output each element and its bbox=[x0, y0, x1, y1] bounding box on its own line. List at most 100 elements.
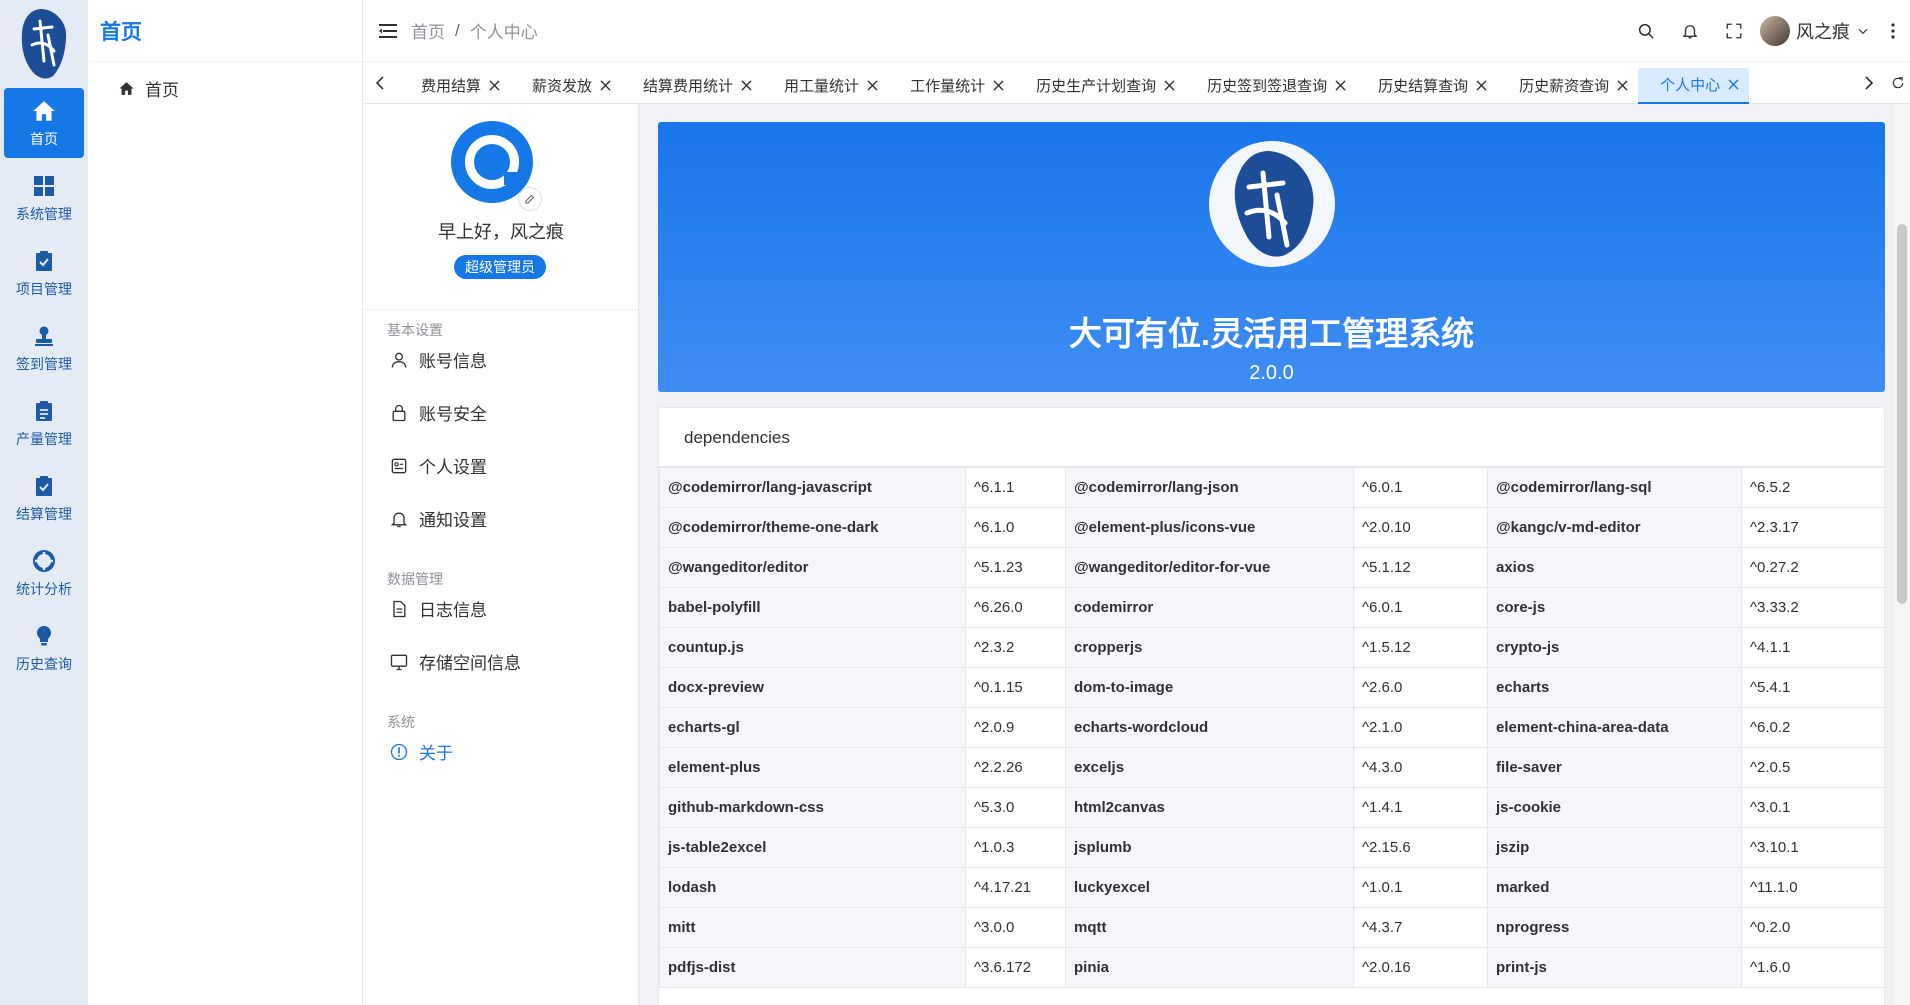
menu-personal-settings[interactable]: 个人设置 bbox=[389, 453, 487, 478]
tab-7[interactable]: 历史结算查询 bbox=[1356, 68, 1497, 104]
dependency-name: crypto-js bbox=[1487, 627, 1742, 668]
settings-panel-icon bbox=[389, 456, 409, 476]
menu-about[interactable]: 关于 bbox=[389, 739, 453, 764]
close-icon[interactable] bbox=[489, 80, 500, 91]
dependency-name: codemirror bbox=[1065, 587, 1354, 628]
dependency-name: @element-plus/icons-vue bbox=[1065, 507, 1354, 548]
breadcrumb-home[interactable]: 首页 bbox=[411, 18, 445, 43]
sidebar-item-home[interactable]: 首页 bbox=[88, 62, 362, 114]
dependency-name: github-markdown-css bbox=[659, 787, 966, 828]
tab-8[interactable]: 历史薪资查询 bbox=[1497, 68, 1638, 104]
rail-item-label: 项目管理 bbox=[16, 280, 72, 297]
dependencies-table: @codemirror/lang-javascript ^6.1.1 @codemi… bbox=[659, 467, 1884, 988]
chevron-down-icon[interactable] bbox=[1850, 24, 1876, 38]
dependency-name: dom-to-image bbox=[1065, 667, 1354, 708]
menu-storage-info[interactable]: 存储空间信息 bbox=[389, 649, 521, 674]
close-icon[interactable] bbox=[1617, 80, 1628, 91]
search-icon[interactable] bbox=[1624, 22, 1668, 40]
dependency-name: js-cookie bbox=[1487, 787, 1742, 828]
close-icon[interactable] bbox=[1728, 79, 1739, 90]
tab-9[interactable]: 个人中心 bbox=[1638, 67, 1750, 104]
dependency-version: ^0.2.0 bbox=[1741, 907, 1884, 948]
rail-item-7[interactable]: 历史查询 bbox=[4, 613, 84, 683]
close-icon[interactable] bbox=[600, 80, 611, 91]
rail-item-label: 历史查询 bbox=[16, 655, 72, 672]
dependency-version: ^0.1.15 bbox=[965, 667, 1066, 708]
menu-toggle-icon[interactable] bbox=[379, 23, 397, 39]
page-scrollbar[interactable] bbox=[1894, 104, 1910, 1005]
rail-item-1[interactable]: 系统管理 bbox=[4, 163, 84, 233]
close-icon[interactable] bbox=[1335, 80, 1346, 91]
tab-1[interactable]: 薪资发放 bbox=[510, 68, 621, 104]
menu-log-info[interactable]: 日志信息 bbox=[389, 596, 487, 621]
about-banner: 大可有位.灵活用工管理系统 2.0.0 bbox=[658, 122, 1885, 392]
tab-label: 工作量统计 bbox=[910, 78, 986, 95]
tab-scroll-left-icon[interactable] bbox=[363, 75, 399, 90]
dependency-name: js-table2excel bbox=[659, 827, 966, 868]
scrollbar-thumb[interactable] bbox=[1897, 224, 1907, 604]
close-icon[interactable] bbox=[867, 80, 878, 91]
dependency-version: ^3.10.1 bbox=[1741, 827, 1884, 868]
rail-item-label: 统计分析 bbox=[16, 580, 72, 597]
dependency-name: marked bbox=[1487, 867, 1742, 908]
top-header: 首页 / 个人中心 风之痕 bbox=[363, 0, 1910, 62]
menu-notification-settings[interactable]: 通知设置 bbox=[389, 506, 487, 531]
table-row: echarts-gl ^2.0.9 echarts-wordcloud ^2.1.0 e… bbox=[659, 707, 1884, 748]
menu-account-info[interactable]: 账号信息 bbox=[389, 347, 487, 372]
profile-greeting: 早上好，风之痕 bbox=[438, 222, 564, 242]
role-badge: 超级管理员 bbox=[454, 255, 546, 279]
dependency-version: ^11.1.0 bbox=[1741, 867, 1884, 908]
dependency-version: ^4.17.21 bbox=[965, 867, 1066, 908]
dependency-name: echarts-gl bbox=[659, 707, 966, 748]
tab-6[interactable]: 历史签到签退查询 bbox=[1185, 68, 1356, 104]
dependency-version: ^5.3.0 bbox=[965, 787, 1066, 828]
dependency-version: ^0.27.2 bbox=[1741, 547, 1884, 588]
table-row: docx-preview ^0.1.15 dom-to-image ^2.6.0 ech… bbox=[659, 667, 1884, 708]
tab-3[interactable]: 用工量统计 bbox=[762, 68, 888, 104]
username[interactable]: 风之痕 bbox=[1796, 18, 1850, 44]
grid-icon bbox=[31, 173, 57, 199]
breadcrumb-separator: / bbox=[455, 20, 460, 40]
user-icon bbox=[389, 350, 409, 370]
dependency-name: pdfjs-dist bbox=[659, 947, 966, 988]
dependency-version: ^2.0.9 bbox=[965, 707, 1066, 748]
dependencies-card: dependencies @codemirror/lang-javascript… bbox=[658, 407, 1885, 1005]
close-icon[interactable] bbox=[1476, 80, 1487, 91]
user-avatar[interactable] bbox=[1760, 16, 1790, 46]
rail-item-5[interactable]: 结算管理 bbox=[4, 463, 84, 533]
info-icon bbox=[389, 742, 409, 762]
refresh-icon[interactable] bbox=[1886, 76, 1910, 90]
rail-item-label: 系统管理 bbox=[16, 205, 72, 222]
tab-scroll-right-icon[interactable] bbox=[1850, 75, 1886, 90]
tab-4[interactable]: 工作量统计 bbox=[888, 68, 1014, 104]
fullscreen-icon[interactable] bbox=[1712, 22, 1756, 40]
dependency-name: @codemirror/lang-javascript bbox=[659, 467, 966, 508]
menu-label: 存储空间信息 bbox=[419, 654, 521, 673]
tab-5[interactable]: 历史生产计划查询 bbox=[1014, 68, 1185, 104]
close-icon[interactable] bbox=[1164, 80, 1175, 91]
rail-item-4[interactable]: 产量管理 bbox=[4, 388, 84, 458]
menu-account-security[interactable]: 账号安全 bbox=[389, 400, 487, 425]
dependency-name: pinia bbox=[1065, 947, 1354, 988]
rail-item-2[interactable]: 项目管理 bbox=[4, 238, 84, 308]
tab-2[interactable]: 结算费用统计 bbox=[621, 68, 762, 104]
edit-avatar-icon[interactable] bbox=[518, 187, 542, 211]
close-icon[interactable] bbox=[993, 80, 1004, 91]
menu-label: 账号安全 bbox=[419, 405, 487, 424]
system-title: 大可有位.灵活用工管理系统 bbox=[1068, 315, 1475, 352]
dependency-version: ^2.15.6 bbox=[1353, 827, 1488, 868]
tab-label: 历史生产计划查询 bbox=[1036, 78, 1157, 95]
dependency-version: ^2.3.17 bbox=[1741, 507, 1884, 548]
home-icon bbox=[31, 98, 57, 124]
rail-item-label: 产量管理 bbox=[16, 430, 72, 447]
bell-icon[interactable] bbox=[1668, 22, 1712, 40]
rail-item-0[interactable]: 首页 bbox=[4, 88, 84, 158]
more-vertical-icon[interactable] bbox=[1876, 22, 1910, 40]
tab-0[interactable]: 费用结算 bbox=[399, 68, 510, 104]
rail-item-6[interactable]: 统计分析 bbox=[4, 538, 84, 608]
dependency-version: ^4.1.1 bbox=[1741, 627, 1884, 668]
close-icon[interactable] bbox=[741, 80, 752, 91]
rail-item-3[interactable]: 签到管理 bbox=[4, 313, 84, 383]
app-logo[interactable] bbox=[0, 0, 88, 88]
dependency-name: jsplumb bbox=[1065, 827, 1354, 868]
